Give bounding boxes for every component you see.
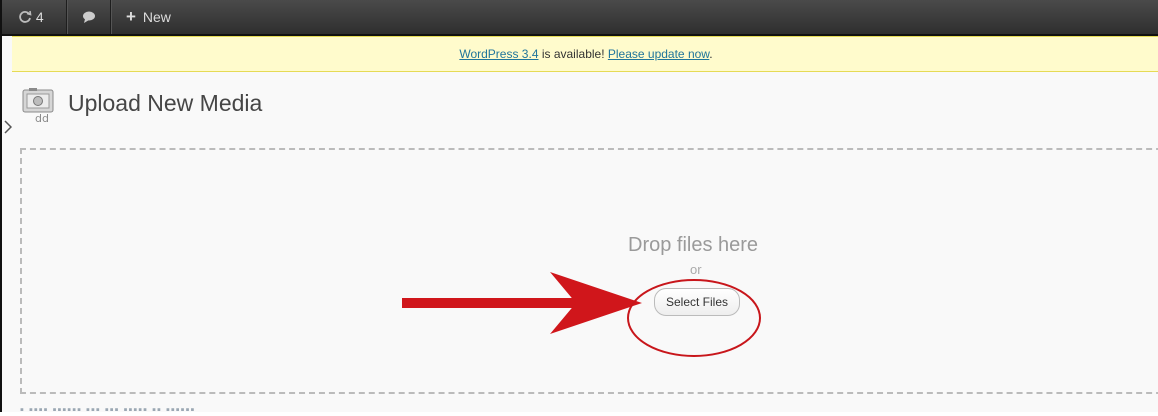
updates-count: 4 — [35, 9, 44, 25]
update-now-link[interactable]: Please update now — [608, 47, 709, 61]
select-files-button[interactable]: Select Files — [654, 288, 740, 316]
comment-bubble-icon — [83, 11, 95, 23]
plus-icon: + — [126, 7, 136, 26]
screenshot-frame: 4 + New WordPress 3.4 is available! Plea… — [0, 0, 1158, 416]
notice-text: is available! — [538, 47, 608, 61]
refresh-icon — [19, 10, 32, 23]
admin-bar: 4 + New — [2, 0, 1158, 36]
wordpress-version-link[interactable]: WordPress 3.4 — [459, 47, 538, 61]
page-title: Upload New Media — [68, 90, 263, 116]
drop-files-text: Drop files here — [628, 234, 759, 256]
truncated-footer-text: ▪ ▪▪▪▪ ▪▪▪▪▪▪ ▪▪▪ ▪▪▪ ▪▪▪▪▪ ▪▪ ▪▪▪▪▪▪ — [20, 404, 196, 416]
or-text: or — [690, 262, 702, 277]
drag-drop-area[interactable] — [20, 148, 1158, 394]
new-label: New — [142, 9, 171, 25]
notice-end: . — [709, 47, 713, 61]
update-notice: WordPress 3.4 is available! Please updat… — [12, 36, 1158, 72]
collapse-nub — [4, 120, 13, 134]
new-content-menu-item[interactable]: + New — [126, 0, 171, 34]
updates-menu-item[interactable]: 4 — [18, 0, 44, 34]
comments-menu-item[interactable] — [82, 0, 96, 34]
media-library-icon: dd — [22, 88, 54, 124]
svg-text:dd: dd — [35, 112, 49, 124]
